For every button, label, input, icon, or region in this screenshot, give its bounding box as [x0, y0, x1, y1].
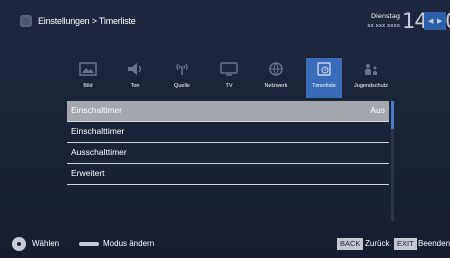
mode-switch-icon [79, 242, 99, 246]
tab-tv[interactable]: TV [211, 58, 247, 98]
category-bar: Bild Ton Quelle TV Netzwerk Timerliste J… [70, 58, 390, 98]
tab-label: Bild [83, 83, 93, 89]
scrollbar[interactable] [391, 101, 394, 221]
menu-item-ausschalttimer[interactable]: Ausschalttimer [67, 143, 389, 164]
tab-label: Timerliste [312, 83, 336, 89]
tab-label: Ton [130, 83, 140, 89]
mode-hint: Modus ändern [103, 239, 155, 248]
arrow-left-icon: ◀ [428, 18, 434, 25]
tv-icon [220, 62, 238, 76]
tab-timerliste[interactable]: Timerliste [306, 58, 342, 98]
arrow-right-icon: ▶ [437, 18, 443, 25]
menu-item-erweitert[interactable]: Erweitert [67, 164, 389, 185]
menu-item-label: Erweitert [71, 168, 105, 178]
timer-menu: Einschaltimer Aus Einschalttimer Ausscha… [67, 101, 389, 185]
date-label: xx xxx xxxx [367, 23, 400, 29]
tab-netzwerk[interactable]: Netzwerk [258, 58, 294, 98]
globe-icon [269, 62, 283, 76]
clock-panel: ◀ ▶ [424, 12, 446, 30]
select-hint: Wählen [32, 239, 60, 248]
tab-ton[interactable]: Ton [117, 58, 153, 98]
timer-icon [317, 62, 331, 76]
tab-label: Netzwerk [264, 83, 288, 89]
menu-item-label: Einschalttimer [71, 126, 125, 136]
tv-settings-screen: Einstellungen > Timerliste Dienstag xx x… [0, 0, 450, 258]
tab-bild[interactable]: Bild [70, 58, 106, 98]
menu-item-value: Aus [370, 105, 385, 115]
parental-lock-icon [365, 64, 377, 75]
scroll-thumb[interactable] [391, 101, 394, 129]
back-key[interactable]: BACK [337, 238, 364, 250]
picture-icon [79, 62, 97, 76]
back-hint: Zurück [365, 239, 390, 248]
menu-item-label: Ausschalttimer [71, 147, 127, 157]
tab-quelle[interactable]: Quelle [164, 58, 200, 98]
footer-hints: Wählen Modus ändern BACK Zurück EXIT Bee… [0, 231, 450, 258]
breadcrumb: Einstellungen > Timerliste [38, 16, 136, 26]
antenna-icon [176, 63, 188, 75]
tab-label: TV [225, 83, 233, 89]
tab-jugendschutz[interactable]: Jugendschutz [353, 58, 389, 98]
settings-icon [20, 15, 32, 27]
exit-hint: Beenden [418, 239, 450, 248]
menu-item-einschaltimer[interactable]: Einschaltimer Aus [67, 101, 389, 122]
menu-item-label: Einschaltimer [71, 105, 123, 115]
tab-label: Jugendschutz [354, 83, 388, 89]
weekday-label: Dienstag [371, 12, 400, 20]
header: Einstellungen > Timerliste Dienstag xx x… [0, 0, 450, 44]
menu-item-einschalttimer[interactable]: Einschalttimer [67, 122, 389, 143]
navigation-pad-icon [12, 237, 26, 251]
exit-key[interactable]: EXIT [394, 238, 417, 250]
speaker-icon [128, 63, 142, 75]
tab-label: Quelle [174, 83, 190, 89]
